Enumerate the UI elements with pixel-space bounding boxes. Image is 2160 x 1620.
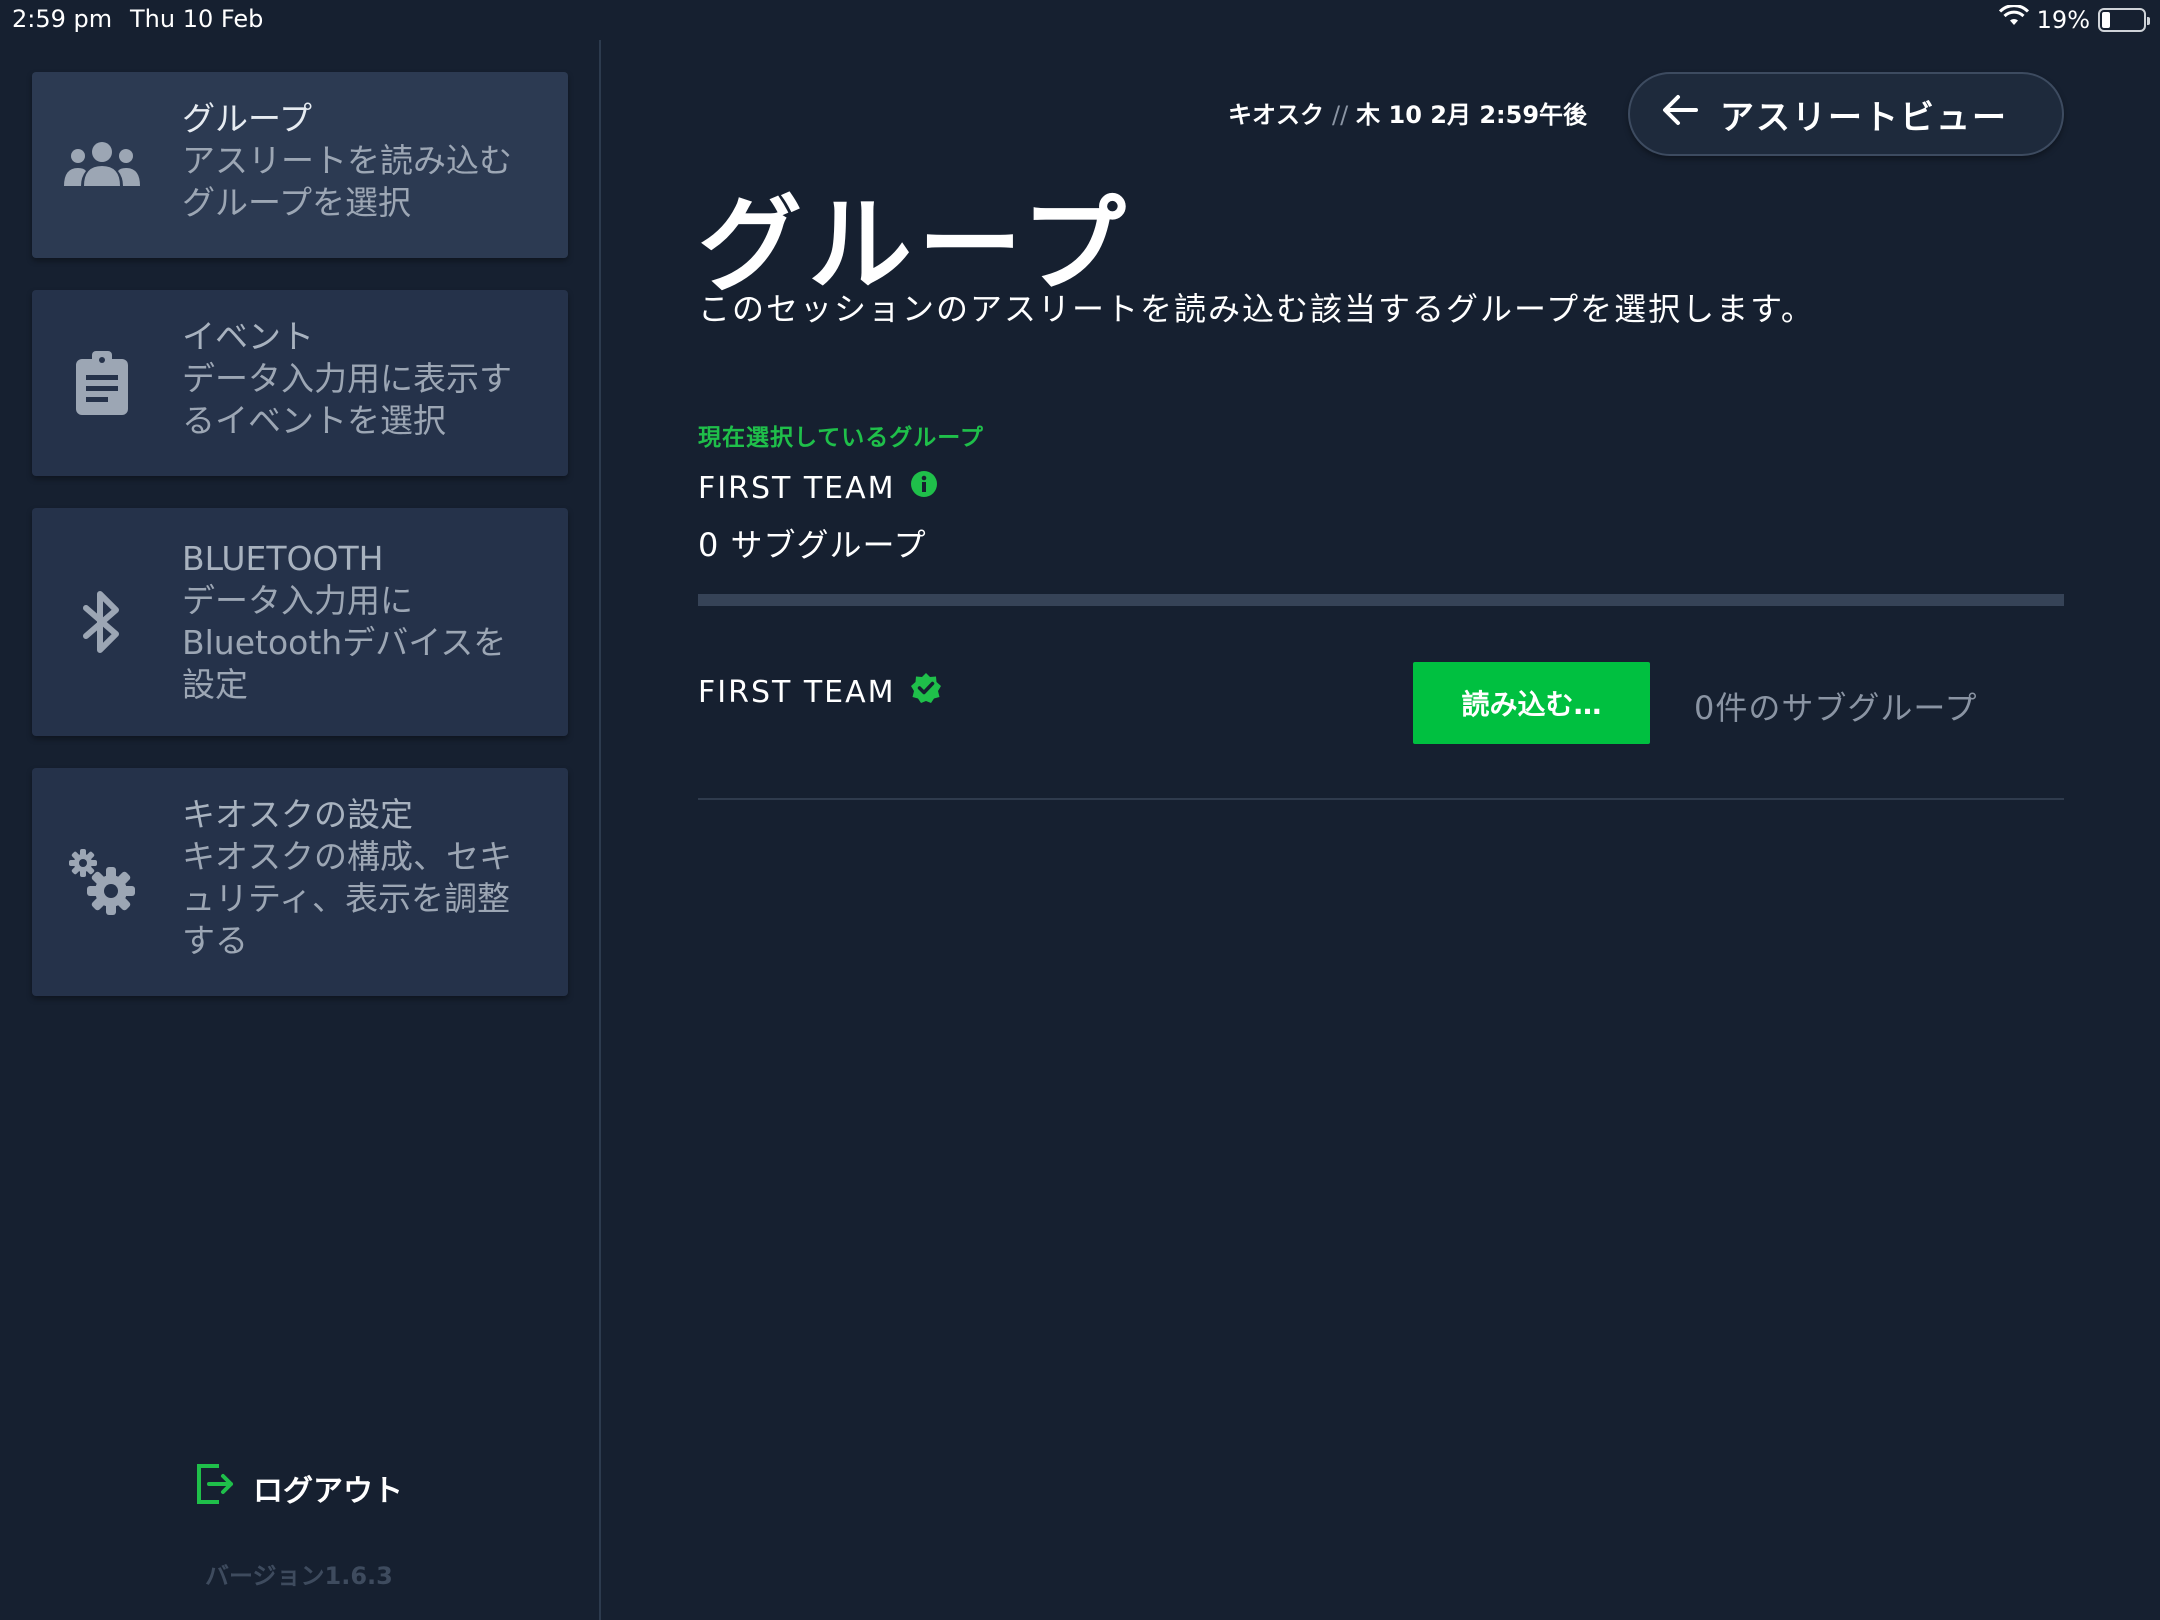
verified-icon [910,672,942,712]
section-divider [698,594,2064,606]
logout-icon [195,1462,235,1514]
athlete-view-button[interactable]: アスリートビュー [1628,72,2064,156]
kiosk-label: キオスク [1228,101,1324,129]
status-date: Thu 10 Feb [130,5,264,33]
wifi-icon [1998,4,2029,35]
group-row-name: FIRST TEAM [698,672,942,712]
sidebar-item-desc: データ入力用にBluetoothデバイスを設定 [182,581,507,704]
sidebar-item-title: BLUETOOTH [182,539,384,578]
sidebar-item-title: イベント [182,317,314,356]
group-icon [62,125,142,205]
sidebar-item-text: イベント データ入力用に表示するイベントを選択 [182,316,538,442]
current-group-label: 現在選択しているグループ [698,425,984,451]
sidebar-item-text: グループ アスリートを読み込むグループを選択 [182,98,538,224]
sidebar-item-groups[interactable]: グループ アスリートを読み込むグループを選択 [32,72,568,258]
status-bar: 2:59 pm Thu 10 Feb 19% [0,0,2160,40]
bluetooth-icon [62,582,142,662]
sidebar-divider [599,40,601,1620]
group-name: FIRST TEAM [698,674,896,710]
current-group: FIRST TEAM [698,470,938,506]
sidebar-item-desc: データ入力用に表示するイベントを選択 [182,359,512,440]
separator: // [1332,101,1349,129]
gears-icon [62,842,142,922]
sidebar-item-bluetooth[interactable]: BLUETOOTH データ入力用にBluetoothデバイスを設定 [32,508,568,736]
current-subgroups: 0 サブグループ [698,526,927,564]
kiosk-datetime: 木 10 2月 2:59午後 [1356,101,1588,129]
logout-label: ログアウト [253,1474,403,1509]
page-subtitle: このセッションのアスリートを読み込む該当するグループを選択します。 [698,290,1815,328]
battery-percent: 19% [2036,6,2090,34]
current-group-name: FIRST TEAM [698,470,896,506]
sidebar-item-title: グループ [182,99,313,138]
info-icon[interactable] [910,470,938,506]
sidebar-item-desc: アスリートを読み込むグループを選択 [182,141,512,222]
sidebar: グループ アスリートを読み込むグループを選択 イベント データ入力用に表示するイ… [0,40,600,1620]
sidebar-item-text: キオスクの設定 キオスクの構成、セキュリティ、表示を調整する [182,794,538,962]
logout-button[interactable]: ログアウト [195,1462,403,1514]
sidebar-item-text: BLUETOOTH データ入力用にBluetoothデバイスを設定 [182,538,538,706]
group-subgroup-count: 0件のサブグループ [1694,689,1978,727]
status-indicators: 19% [1998,4,2150,35]
clipboard-icon [62,343,142,423]
sidebar-item-kiosk-settings[interactable]: キオスクの設定 キオスクの構成、セキュリティ、表示を調整する [32,768,568,996]
kiosk-info: キオスク //木 10 2月 2:59午後 [1228,95,1587,130]
arrow-left-icon [1662,94,1698,135]
sidebar-item-title: キオスクの設定 [182,795,413,834]
sidebar-item-desc: キオスクの構成、セキュリティ、表示を調整する [182,837,512,960]
row-divider [698,798,2064,800]
load-group-button[interactable]: 読み込む… [1413,662,1650,744]
status-time: 2:59 pm [12,5,113,33]
version-label: バージョン1.6.3 [205,1562,393,1590]
battery-icon [2098,8,2150,32]
athlete-view-label: アスリートビュー [1720,97,2008,138]
sidebar-item-events[interactable]: イベント データ入力用に表示するイベントを選択 [32,290,568,476]
